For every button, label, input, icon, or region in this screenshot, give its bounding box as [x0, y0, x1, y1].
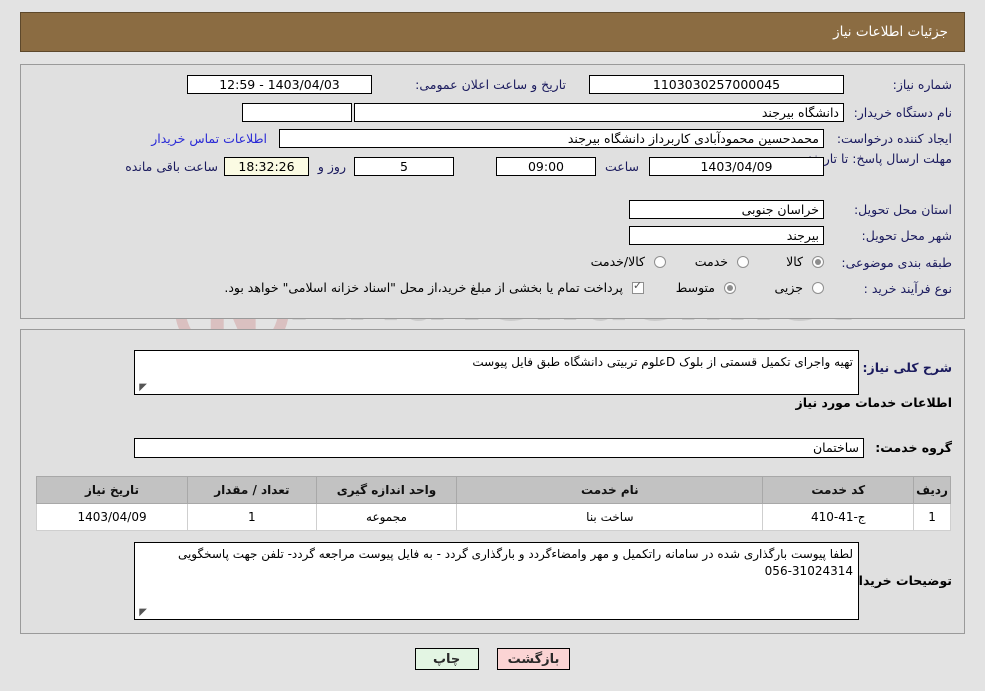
public-announce-value: 1403/04/03 - 12:59: [187, 75, 372, 94]
province-label: استان محل تحویل:: [853, 202, 952, 217]
buyer-notes-value: لطفا پیوست بارگذاری شده در سامانه راتکمی…: [177, 547, 853, 578]
col-header-code: کد خدمت: [762, 476, 915, 504]
buyer-org-extra: [242, 103, 352, 122]
category-option-label-0: کالا: [786, 254, 803, 269]
need-summary-panel: شماره نیاز: 1103030257000045 تاریخ و ساع…: [20, 64, 965, 319]
need-details-panel: شرح کلی نیاز: تهیه واجرای تکمیل قسمتی از…: [20, 329, 965, 634]
radio-kala-khedmat-icon[interactable]: [654, 255, 666, 268]
creator-value: محمدحسین محمودآبادی کاربرداز دانشگاه بیر…: [279, 129, 824, 148]
print-button[interactable]: چاپ: [414, 648, 479, 670]
general-desc-value: تهیه واجرای تکمیل قسمتی از بلوک Dعلوم تر…: [472, 355, 853, 369]
need-number-label: شماره نیاز:: [892, 77, 952, 92]
deadline-hour-label: ساعت: [604, 159, 639, 174]
back-button[interactable]: بازگشت: [496, 648, 571, 670]
treasury-payment-option[interactable]: پرداخت تمام یا بخشی از مبلغ خرید،از محل …: [224, 280, 644, 295]
cell-radif: 1: [913, 503, 951, 531]
col-header-unit: واحد اندازه گیری: [315, 476, 458, 504]
service-group-label: گروه خدمت:: [875, 440, 952, 455]
cell-unit: مجموعه: [315, 503, 458, 531]
col-header-name: نام خدمت: [456, 476, 764, 504]
col-header-date: تاریخ نیاز: [35, 476, 189, 504]
deadline-date-value: 1403/04/09: [649, 157, 824, 176]
process-row-label: نوع فرآیند خرید :: [864, 281, 952, 296]
category-option-label-1: خدمت: [694, 254, 728, 269]
buyer-org-row: نام دستگاه خریدار:: [854, 105, 952, 120]
radio-kala-icon[interactable]: [812, 255, 824, 268]
process-option-label-1: متوسط: [675, 280, 715, 295]
process-option-motavaset[interactable]: متوسط: [676, 280, 736, 295]
page-title: جزئیات اطلاعات نیاز: [833, 24, 948, 40]
page-title-bar: جزئیات اطلاعات نیاز: [20, 12, 965, 52]
cell-qty: 1: [187, 503, 317, 531]
need-number-row: شماره نیاز:: [893, 77, 952, 92]
process-option-jozei[interactable]: جزیی: [774, 280, 824, 295]
creator-label: ایجاد کننده درخواست:: [836, 131, 952, 146]
resize-grip-icon[interactable]: ◤: [137, 383, 147, 393]
buyer-notes-label: توضیحات خریدار:: [846, 573, 952, 588]
col-header-qty: تعداد / مقدار: [187, 476, 317, 504]
general-desc-box[interactable]: تهیه واجرای تکمیل قسمتی از بلوک Dعلوم تر…: [134, 350, 859, 395]
process-option-label-0: جزیی: [774, 280, 803, 295]
creator-row: ایجاد کننده درخواست:: [837, 131, 952, 146]
buyer-contact-link[interactable]: اطلاعات تماس خریدار: [151, 131, 267, 146]
resize-grip-icon-notes[interactable]: ◤: [137, 608, 147, 618]
need-number-value: 1103030257000045: [589, 75, 844, 94]
services-table: ردیف کد خدمت نام خدمت واحد اندازه گیری ت…: [35, 476, 951, 531]
action-button-row: بازگشت چاپ: [0, 648, 985, 670]
category-option-kala-khedmat[interactable]: کالا/خدمت: [591, 254, 666, 269]
city-label: شهر محل تحویل:: [861, 228, 952, 243]
remaining-days-unit: روز و: [317, 159, 346, 174]
remaining-countdown-unit: ساعت باقی مانده: [125, 159, 218, 174]
process-label: نوع فرآیند خرید :: [863, 281, 952, 296]
public-announce-row: تاریخ و ساعت اعلان عمومی:: [415, 77, 566, 92]
cell-name: ساخت بنا: [456, 503, 764, 531]
remaining-days-value: 5: [354, 157, 454, 176]
city-value: بیرجند: [629, 226, 824, 245]
treasury-payment-label: پرداخت تمام یا بخشی از مبلغ خرید،از محل …: [224, 280, 623, 295]
cell-code: ج-41-410: [762, 503, 915, 531]
public-announce-label: تاریخ و ساعت اعلان عمومی:: [415, 77, 566, 92]
treasury-payment-checkbox-icon[interactable]: [632, 280, 644, 294]
buyer-org-label: نام دستگاه خریدار:: [853, 105, 952, 120]
deadline-hour-value: 09:00: [496, 157, 596, 176]
general-desc-label: شرح کلی نیاز:: [862, 360, 952, 375]
radio-motavaset-icon[interactable]: [724, 281, 736, 294]
province-value: خراسان جنوبی: [629, 200, 824, 219]
radio-jozei-icon[interactable]: [812, 281, 824, 294]
city-row: شهر محل تحویل:: [862, 228, 952, 243]
cell-date: 1403/04/09: [35, 503, 189, 531]
radio-khedmat-icon[interactable]: [737, 255, 749, 268]
category-option-kala[interactable]: کالا: [786, 254, 824, 269]
remaining-countdown-value: 18:32:26: [224, 157, 309, 176]
category-option-label-2: کالا/خدمت: [590, 254, 645, 269]
table-row: 1 ج-41-410 ساخت بنا مجموعه 1 1403/04/09: [35, 503, 951, 531]
category-label: طبقه بندی موضوعی:: [841, 255, 952, 270]
buyer-org-value: دانشگاه بیرجند: [354, 103, 844, 122]
service-group-value: ساختمان: [134, 438, 864, 458]
category-option-khedmat[interactable]: خدمت: [695, 254, 749, 269]
table-header-row: ردیف کد خدمت نام خدمت واحد اندازه گیری ت…: [35, 476, 951, 504]
col-header-radif: ردیف: [913, 476, 951, 504]
services-heading: اطلاعات خدمات مورد نیاز: [795, 395, 953, 410]
category-row-label: طبقه بندی موضوعی:: [841, 255, 952, 270]
province-row: استان محل تحویل:: [854, 202, 952, 217]
deadline-label: مهلت ارسال پاسخ: تا تاریخ:: [807, 151, 952, 166]
buyer-notes-box[interactable]: لطفا پیوست بارگذاری شده در سامانه راتکمی…: [134, 542, 859, 620]
deadline-row: مهلت ارسال پاسخ: تا تاریخ:: [808, 151, 952, 167]
